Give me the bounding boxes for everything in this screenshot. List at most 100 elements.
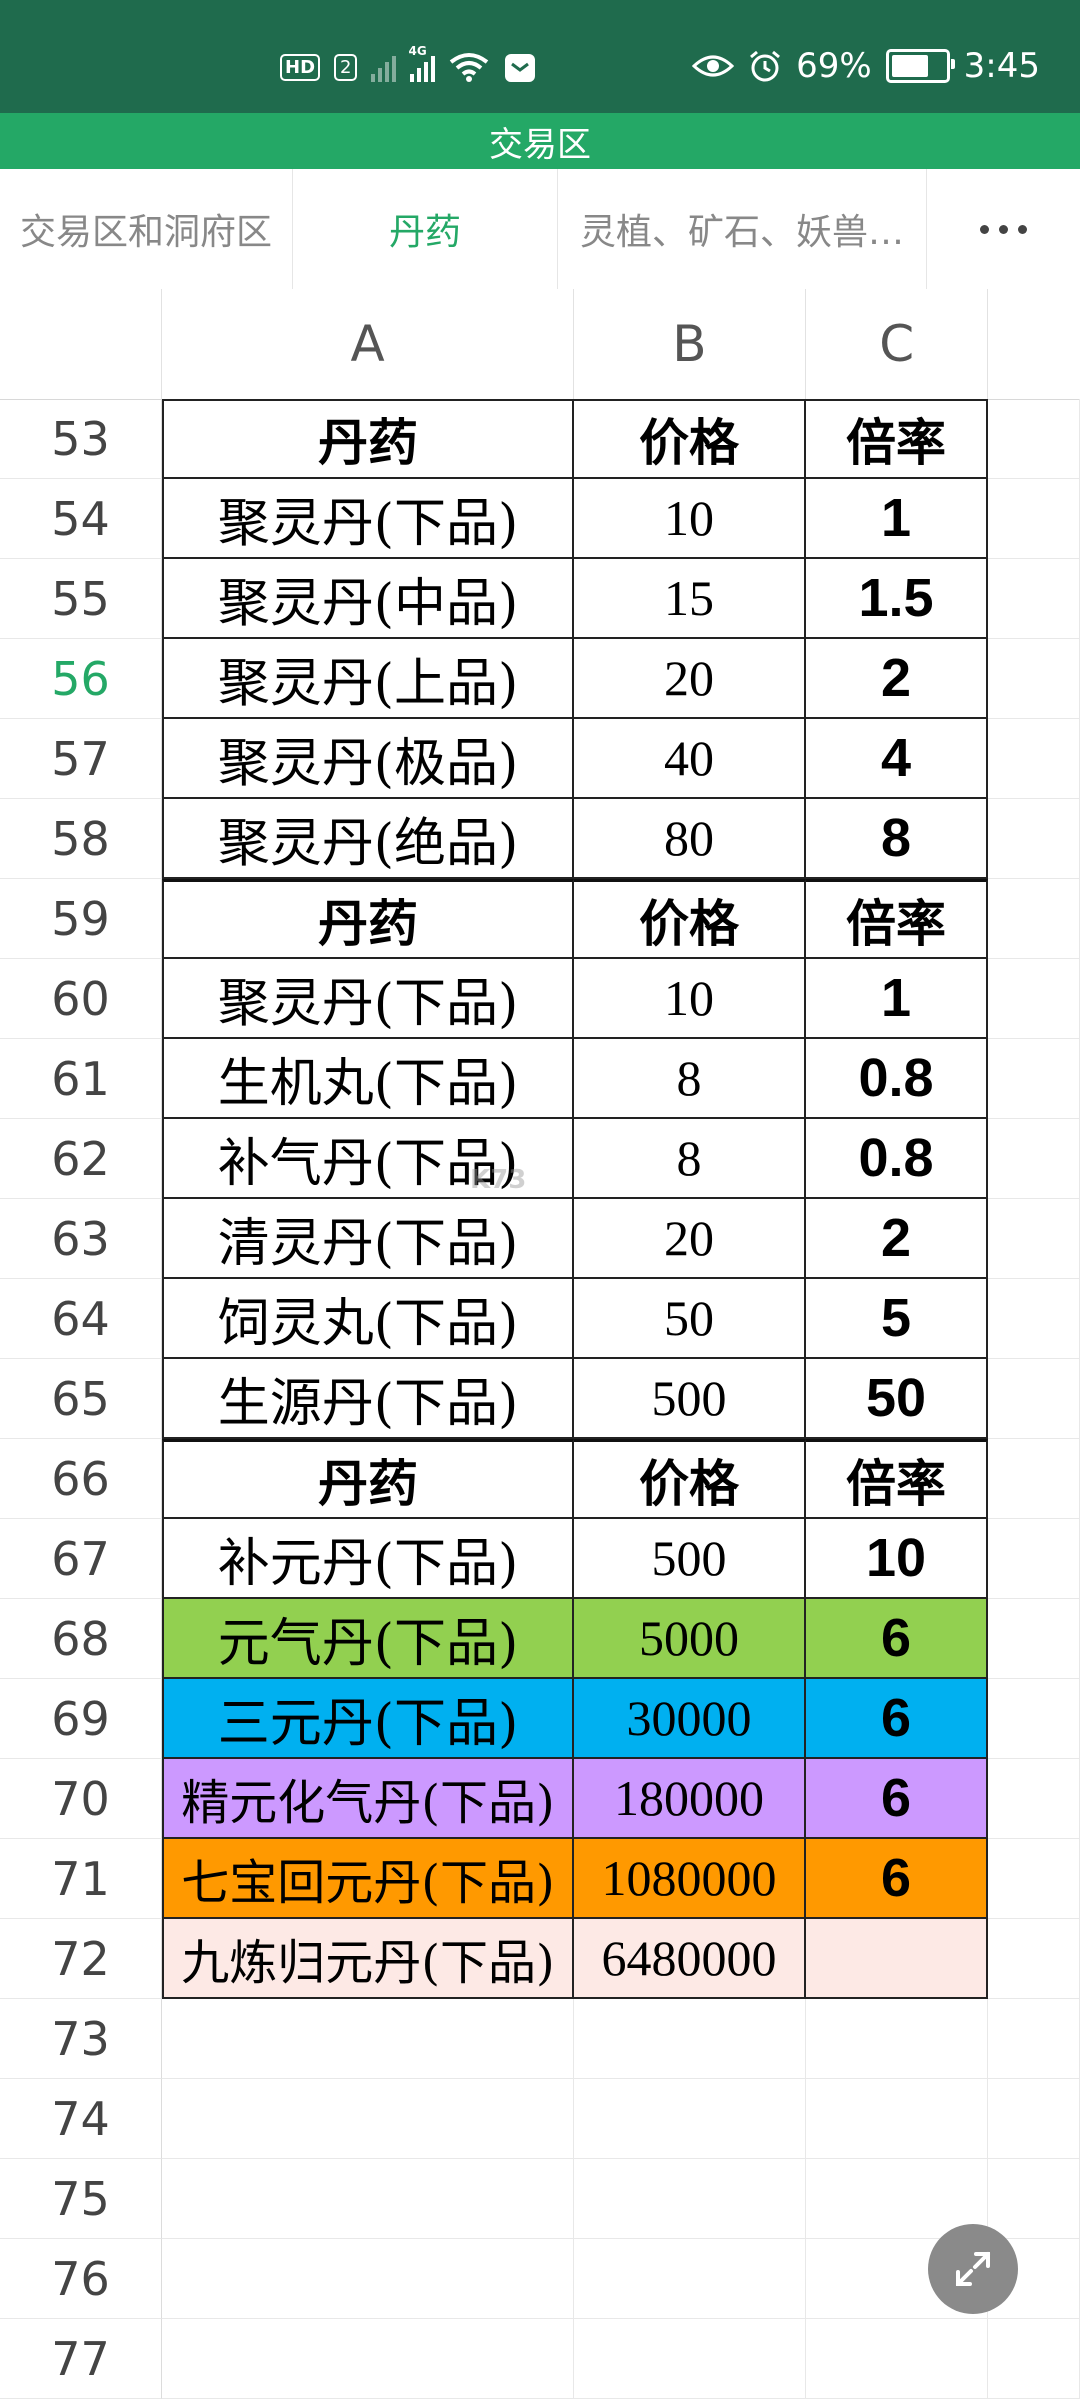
cell-d[interactable] — [988, 1359, 1080, 1439]
cell-b[interactable]: 500 — [574, 1519, 806, 1599]
row-number[interactable]: 54 — [0, 479, 162, 559]
cell-a[interactable]: 清灵丹(下品) — [162, 1199, 574, 1279]
cell-b[interactable]: 500 — [574, 1359, 806, 1439]
cell-a[interactable]: 聚灵丹(下品) — [162, 959, 574, 1039]
cell-c[interactable]: 6 — [806, 1599, 988, 1679]
cell-b[interactable]: 5000 — [574, 1599, 806, 1679]
cell-a[interactable] — [162, 2079, 574, 2159]
cell-d[interactable] — [988, 1679, 1080, 1759]
cell-d[interactable] — [988, 1039, 1080, 1119]
cell-c[interactable]: 倍率 — [806, 879, 988, 959]
cell-b[interactable] — [574, 1999, 806, 2079]
cell-c[interactable]: 6 — [806, 1679, 988, 1759]
cell-a[interactable]: 饲灵丸(下品) — [162, 1279, 574, 1359]
cell-b[interactable]: 10 — [574, 959, 806, 1039]
cell-a[interactable]: 三元丹(下品) — [162, 1679, 574, 1759]
cell-a[interactable]: 九炼归元丹(下品) — [162, 1919, 574, 1999]
cell-d[interactable] — [988, 799, 1080, 879]
row-number[interactable]: 55 — [0, 559, 162, 639]
tab-pills[interactable]: 丹药 — [293, 169, 558, 289]
row-number[interactable]: 70 — [0, 1759, 162, 1839]
column-header-d[interactable] — [988, 289, 1080, 399]
cell-d[interactable] — [988, 1599, 1080, 1679]
cell-b[interactable]: 8 — [574, 1119, 806, 1199]
cell-b[interactable]: 价格 — [574, 399, 806, 479]
column-header-c[interactable]: C — [806, 289, 989, 399]
cell-c[interactable]: 1 — [806, 959, 988, 1039]
cell-a[interactable]: 聚灵丹(绝品) — [162, 799, 574, 879]
cell-a[interactable] — [162, 2239, 574, 2319]
cell-a[interactable]: 聚灵丹(下品) — [162, 479, 574, 559]
cell-b[interactable]: 180000 — [574, 1759, 806, 1839]
cell-d[interactable] — [988, 1199, 1080, 1279]
cell-b[interactable]: 1080000 — [574, 1839, 806, 1919]
cell-c[interactable] — [806, 1919, 988, 1999]
cell-b[interactable]: 10 — [574, 479, 806, 559]
cell-d[interactable] — [988, 1839, 1080, 1919]
row-number[interactable]: 72 — [0, 1919, 162, 1999]
cell-d[interactable] — [988, 2079, 1080, 2159]
cell-a[interactable]: 精元化气丹(下品) — [162, 1759, 574, 1839]
row-number[interactable]: 59 — [0, 879, 162, 959]
cell-d[interactable] — [988, 1519, 1080, 1599]
cell-b[interactable]: 15 — [574, 559, 806, 639]
row-number[interactable]: 73 — [0, 1999, 162, 2079]
cell-c[interactable]: 1.5 — [806, 559, 988, 639]
row-number[interactable]: 69 — [0, 1679, 162, 1759]
cell-d[interactable] — [988, 399, 1080, 479]
row-number[interactable]: 58 — [0, 799, 162, 879]
cell-d[interactable] — [988, 1759, 1080, 1839]
row-number[interactable]: 62 — [0, 1119, 162, 1199]
cell-d[interactable] — [988, 639, 1080, 719]
cell-c[interactable]: 50 — [806, 1359, 988, 1439]
cell-d[interactable] — [988, 1919, 1080, 1999]
cell-d[interactable] — [988, 719, 1080, 799]
row-number[interactable]: 61 — [0, 1039, 162, 1119]
cell-d[interactable] — [988, 1279, 1080, 1359]
column-header-a[interactable]: A — [162, 289, 574, 399]
cell-a[interactable]: 生源丹(下品) — [162, 1359, 574, 1439]
cell-a[interactable]: 补元丹(下品) — [162, 1519, 574, 1599]
cell-b[interactable]: 50 — [574, 1279, 806, 1359]
cell-c[interactable] — [806, 2319, 988, 2399]
tab-herbs-ores[interactable]: 灵植、矿石、妖兽… — [558, 169, 927, 289]
cell-c[interactable]: 6 — [806, 1759, 988, 1839]
cell-d[interactable] — [988, 879, 1080, 959]
cell-d[interactable] — [988, 559, 1080, 639]
cell-a[interactable]: 丹药 — [162, 399, 574, 479]
cell-c[interactable]: 2 — [806, 1199, 988, 1279]
row-number[interactable]: 64 — [0, 1279, 162, 1359]
tab-trade-cave[interactable]: 交易区和洞府区 — [0, 169, 293, 289]
cell-c[interactable]: 倍率 — [806, 399, 988, 479]
cell-c[interactable]: 6 — [806, 1839, 988, 1919]
cell-a[interactable]: 元气丹(下品) — [162, 1599, 574, 1679]
cell-b[interactable]: 30000 — [574, 1679, 806, 1759]
row-number[interactable]: 67 — [0, 1519, 162, 1599]
cell-a[interactable] — [162, 2319, 574, 2399]
cell-d[interactable] — [988, 1999, 1080, 2079]
cell-b[interactable]: 价格 — [574, 879, 806, 959]
select-all-corner[interactable] — [0, 289, 163, 399]
cell-c[interactable]: 8 — [806, 799, 988, 879]
cell-b[interactable]: 8 — [574, 1039, 806, 1119]
cell-b[interactable]: 价格 — [574, 1439, 806, 1519]
row-number[interactable]: 65 — [0, 1359, 162, 1439]
cell-b[interactable] — [574, 2079, 806, 2159]
row-number[interactable]: 57 — [0, 719, 162, 799]
row-number[interactable]: 71 — [0, 1839, 162, 1919]
cell-c[interactable]: 5 — [806, 1279, 988, 1359]
row-number[interactable]: 60 — [0, 959, 162, 1039]
cell-a[interactable] — [162, 1999, 574, 2079]
cell-c[interactable]: 2 — [806, 639, 988, 719]
cell-a[interactable]: 聚灵丹(极品) — [162, 719, 574, 799]
cell-d[interactable] — [988, 2159, 1080, 2239]
cell-c[interactable] — [806, 2079, 988, 2159]
cell-a[interactable] — [162, 2159, 574, 2239]
cell-a[interactable]: 丹药 — [162, 1439, 574, 1519]
more-icon[interactable] — [927, 169, 1080, 289]
cell-c[interactable] — [806, 1999, 988, 2079]
cell-c[interactable]: 倍率 — [806, 1439, 988, 1519]
column-header-b[interactable]: B — [574, 289, 807, 399]
cell-b[interactable] — [574, 2319, 806, 2399]
cell-d[interactable] — [988, 479, 1080, 559]
